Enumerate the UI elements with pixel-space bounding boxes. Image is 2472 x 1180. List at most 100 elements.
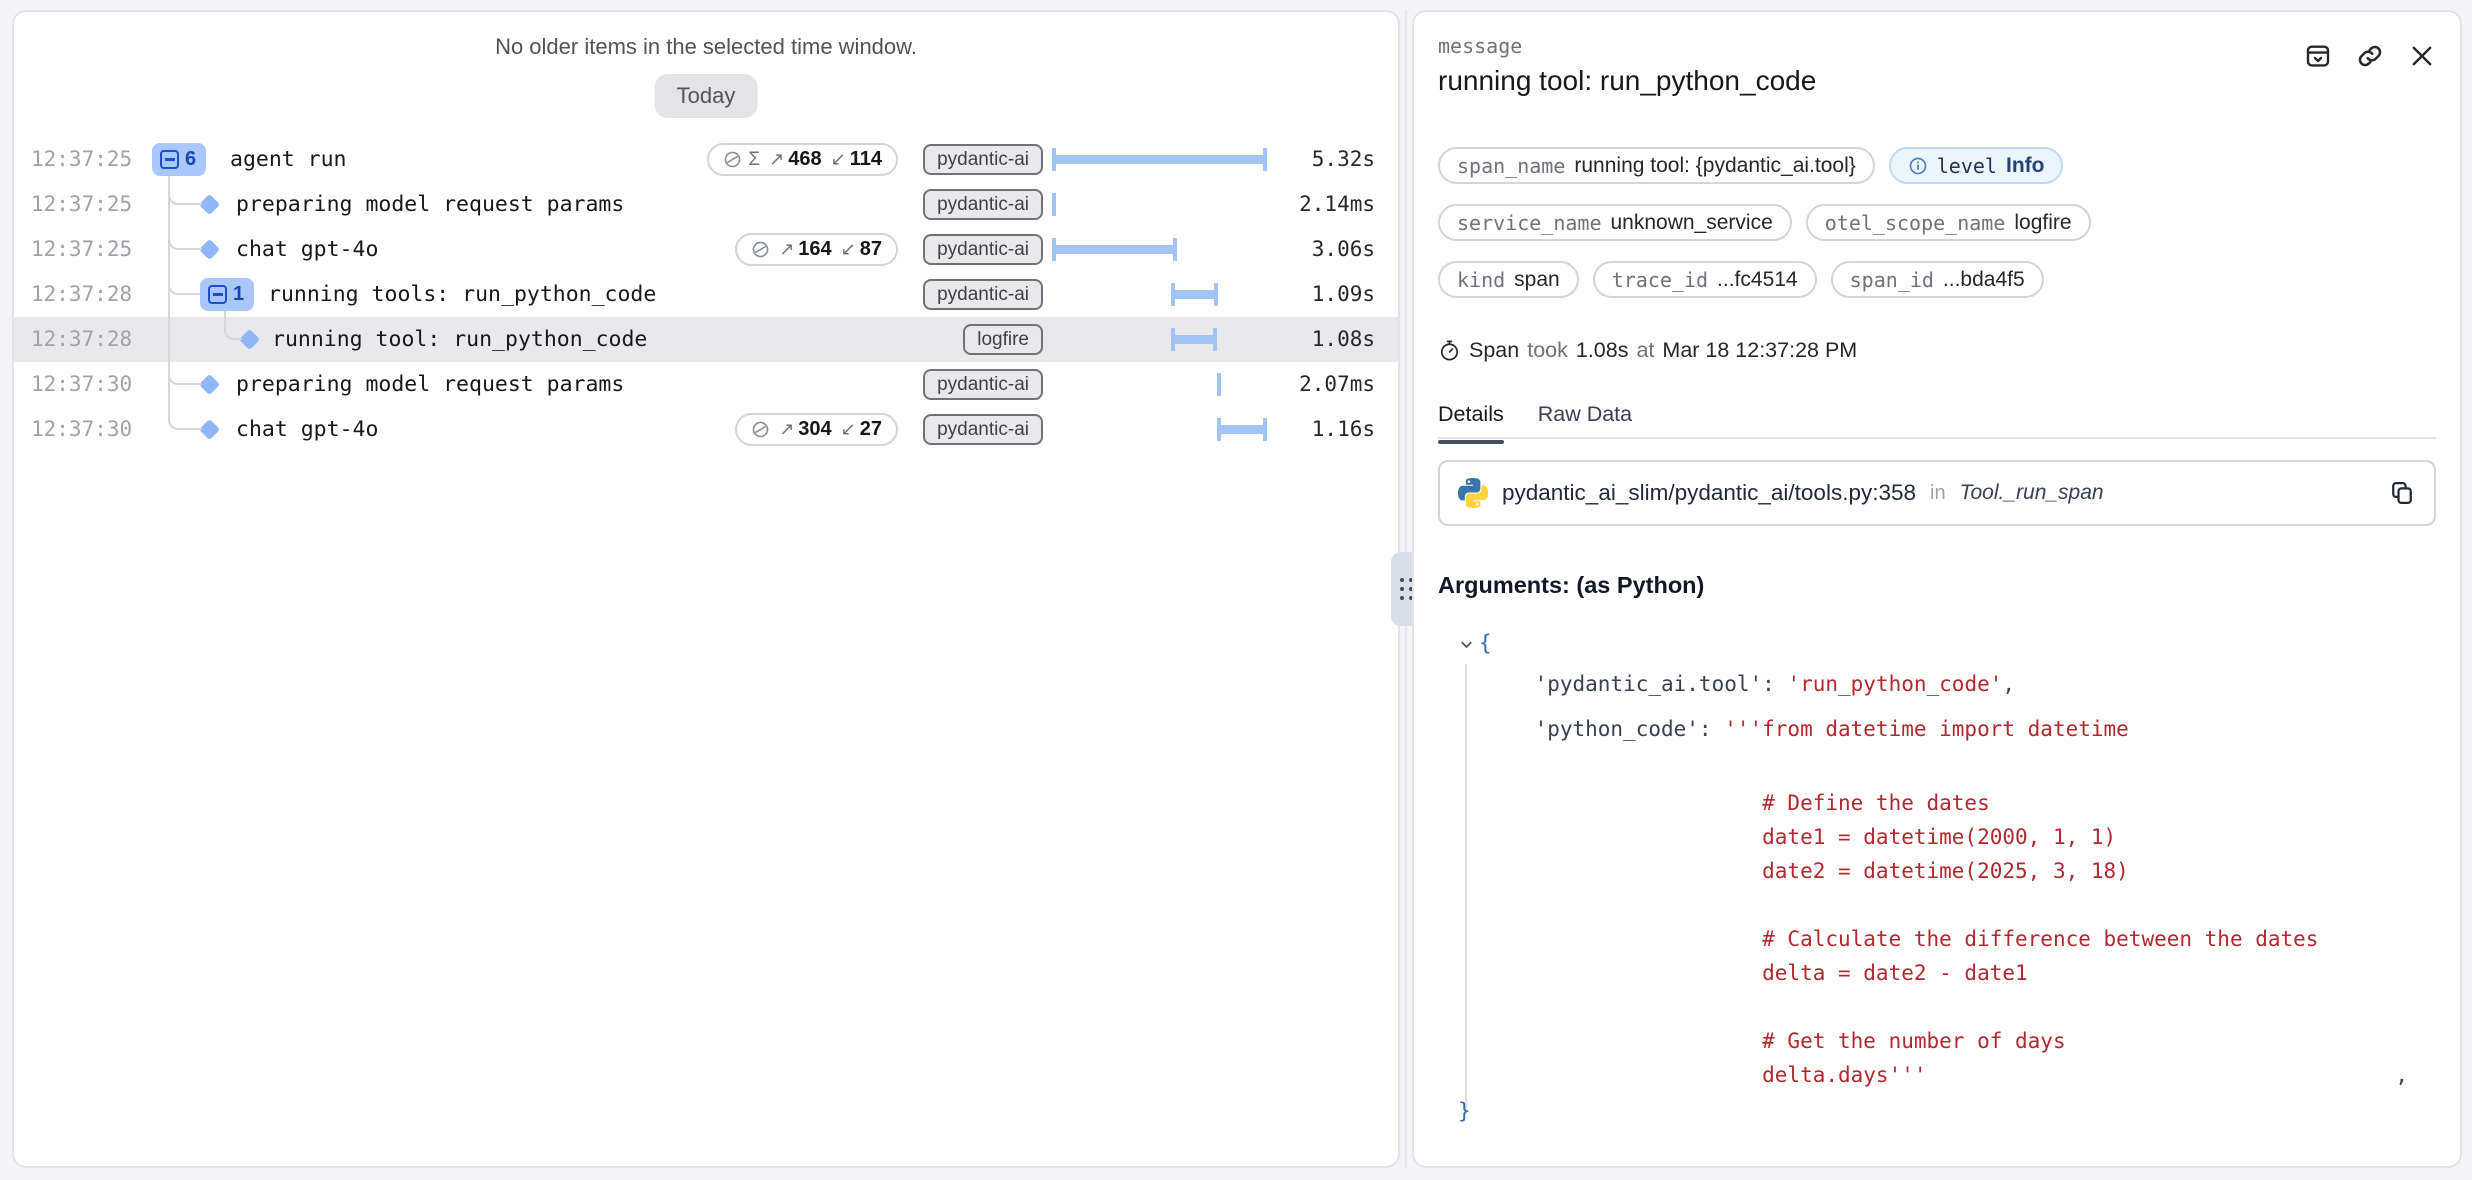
span-diamond-icon [199, 374, 220, 395]
output-tokens: 87 [860, 238, 882, 261]
trace-row[interactable]: 12:37:30preparing model request paramspy… [14, 362, 1398, 407]
attribute-chip-span_id[interactable]: span_id...bda4f5 [1831, 261, 2044, 298]
bar-start-cap [1052, 148, 1056, 171]
logfire-trace-view: No older items in the selected time wind… [0, 0, 2472, 1180]
collapse-count-badge[interactable]: 6 [152, 143, 206, 176]
chip-key: service_name [1457, 211, 1602, 235]
child-count: 1 [233, 283, 244, 306]
copy-icon[interactable] [2388, 479, 2416, 507]
span-duration: 1.09s [1312, 272, 1375, 317]
waterfall-lane [1054, 362, 1265, 407]
trace-row[interactable]: 12:37:281running tools: run_python_codep… [14, 272, 1398, 317]
attribute-chip-kind[interactable]: kindspan [1438, 261, 1579, 298]
row-timestamp: 12:37:25 [31, 137, 132, 182]
span-duration-tick [1217, 373, 1221, 396]
code-line [1438, 888, 2436, 922]
scope-tag: pydantic-ai [923, 189, 1043, 220]
chip-key: span_name [1457, 154, 1565, 178]
token-coin-icon [751, 240, 770, 259]
trace-row[interactable]: 12:37:30chat gpt-4o↗304↙27pydantic-ai1.1… [14, 407, 1398, 452]
span-duration: 2.07ms [1299, 362, 1375, 407]
row-timestamp: 12:37:25 [31, 182, 132, 227]
detail-tabs: Details Raw Data [1438, 397, 2436, 439]
chip-value: Info [2006, 154, 2044, 178]
trace-row[interactable]: 12:37:256agent runΣ↗468↙114pydantic-ai5.… [14, 137, 1398, 182]
code-line [1438, 752, 2436, 786]
attribute-chips: span_name running tool: {pydantic_ai.tool… [1438, 147, 2436, 318]
span-took-line: Span took 1.08s at Mar 18 12:37:28 PM [1438, 338, 1857, 363]
row-timestamp: 12:37:30 [31, 362, 132, 407]
bar-end-cap [1173, 238, 1177, 261]
python-icon [1458, 478, 1488, 508]
scope-tag: pydantic-ai [923, 144, 1043, 175]
trace-row[interactable]: 12:37:25 preparing model request params py… [14, 182, 1398, 227]
code-line: 'python_code': '''from datetime import d… [1438, 707, 2436, 752]
arguments-code-block: { 'pydantic_ai.tool': 'run_python_code',… [1438, 624, 2436, 1130]
chip-value: logfire [2014, 211, 2071, 235]
tab-details[interactable]: Details [1438, 397, 1504, 437]
trace-list-panel: No older items in the selected time wind… [12, 10, 1400, 1168]
span-name: preparing model request params [236, 362, 624, 407]
span-rows: 12:37:256agent runΣ↗468↙114pydantic-ai5.… [14, 137, 1398, 452]
attribute-chip-trace_id[interactable]: trace_id...fc4514 [1593, 261, 1817, 298]
span-duration-bar [1219, 425, 1265, 434]
trace-row[interactable]: 12:37:28running tool: run_python_codelog… [14, 317, 1398, 362]
collapse-count-badge[interactable]: 1 [200, 278, 254, 311]
source-location-link[interactable]: pydantic_ai_slim/pydantic_ai/tools.py:35… [1438, 460, 2436, 526]
span-duration-bar [1173, 335, 1215, 344]
waterfall-lane [1054, 227, 1265, 272]
code-line: delta = date2 - date1 [1438, 956, 2436, 990]
token-coin-icon [751, 420, 770, 439]
collapse-chevron-icon[interactable] [1458, 636, 1475, 653]
bar-start-cap [1217, 418, 1221, 441]
span-diamond-icon [199, 194, 220, 215]
attribute-chip-otel_scope_name[interactable]: otel_scope_name logfire [1806, 204, 2091, 241]
chip-value: running tool: {pydantic_ai.tool} [1574, 154, 1855, 178]
info-icon [1908, 156, 1928, 176]
child-count: 6 [185, 148, 196, 171]
panel-check-icon[interactable] [2298, 36, 2338, 76]
span-duration: 5.32s [1312, 137, 1375, 182]
attribute-chip-service_name[interactable]: service_name unknown_service [1438, 204, 1792, 241]
scope-tag: pydantic-ai [923, 234, 1043, 265]
span-name: preparing model request params [236, 182, 624, 227]
chip-key: otel_scope_name [1825, 211, 2006, 235]
bar-start-cap [1171, 328, 1175, 351]
chip-value: ...fc4514 [1717, 268, 1798, 292]
close-icon[interactable] [2402, 36, 2442, 76]
waterfall-lane [1054, 272, 1265, 317]
span-diamond-icon [199, 419, 220, 440]
span-name: agent run [230, 137, 347, 182]
row-timestamp: 12:37:28 [31, 272, 132, 317]
span-diamond-icon [199, 239, 220, 260]
span-diamond-icon [239, 329, 260, 350]
token-usage-badge: ↗304↙27 [735, 413, 898, 446]
token-usage-badge: ↗164↙87 [735, 233, 898, 266]
span-duration: 3.06s [1312, 227, 1375, 272]
span-duration: 1.08s [1312, 317, 1375, 362]
link-icon[interactable] [2350, 36, 2390, 76]
attribute-chip-level[interactable]: levelInfo [1889, 147, 2064, 184]
waterfall-lane [1054, 317, 1265, 362]
today-separator-button[interactable]: Today [655, 74, 758, 118]
trace-row[interactable]: 12:37:25chat gpt-4o↗164↙87pydantic-ai3.0… [14, 227, 1398, 272]
arguments-heading: Arguments: (as Python) [1438, 572, 1704, 599]
bar-end-cap [1213, 328, 1217, 351]
tab-raw-data[interactable]: Raw Data [1538, 397, 1632, 437]
span-duration-bar [1173, 290, 1216, 299]
span-duration: 2.14ms [1299, 182, 1375, 227]
chip-value: unknown_service [1611, 211, 1773, 235]
source-path: pydantic_ai_slim/pydantic_ai/tools.py:35… [1502, 480, 1916, 506]
output-tokens: 27 [860, 418, 882, 441]
scope-tag: logfire [963, 324, 1043, 355]
span-duration-bar [1054, 155, 1265, 164]
span-name: chat gpt-4o [236, 227, 378, 272]
bar-end-cap [1214, 283, 1218, 306]
message-kicker: message [1438, 34, 1522, 58]
code-line: delta.days''', [1438, 1058, 2436, 1092]
attribute-chip-span_name[interactable]: span_name running tool: {pydantic_ai.tool… [1438, 147, 1875, 184]
bar-end-cap [1263, 148, 1267, 171]
input-arrow-icon: ↗ [779, 419, 794, 440]
code-line: } [1438, 1092, 2436, 1130]
collapse-minus-icon [160, 150, 179, 169]
